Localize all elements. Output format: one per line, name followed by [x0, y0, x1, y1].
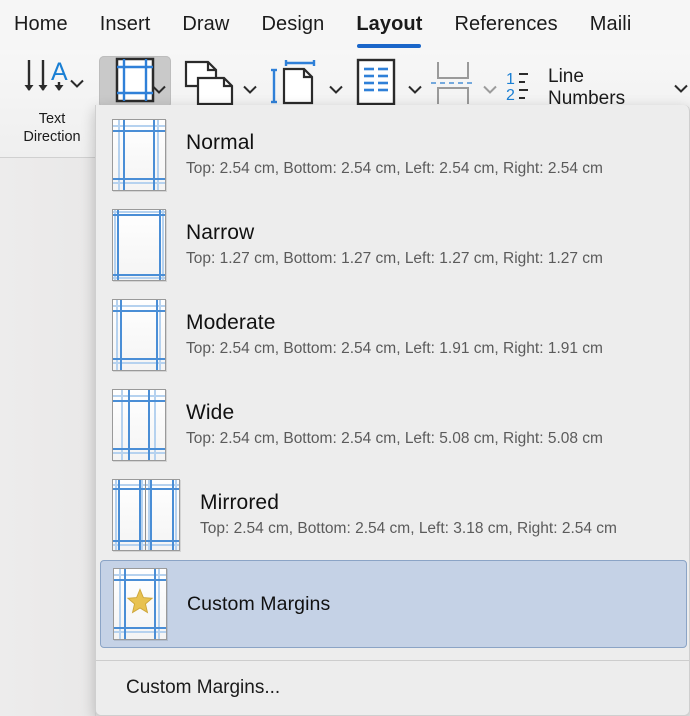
menu-item-custom-margins-dialog[interactable]: Custom Margins... [96, 661, 689, 715]
page-size-button[interactable] [268, 60, 320, 111]
margins-preset-gallery: Normal Top: 2.54 cm, Bottom: 2.54 cm, Le… [96, 110, 689, 648]
menu-item-moderate-text: Moderate Top: 2.54 cm, Bottom: 2.54 cm, … [186, 311, 603, 359]
menu-item-custom-margins-text: Custom Margins [187, 592, 330, 616]
menu-item-wide-subtitle: Top: 2.54 cm, Bottom: 2.54 cm, Left: 5.0… [186, 430, 603, 447]
tab-mailings[interactable]: Maili [590, 13, 632, 38]
menu-item-custom-margins-dialog-label: Custom Margins... [126, 677, 281, 698]
svg-text:1: 1 [506, 71, 515, 88]
menu-item-mirrored[interactable]: Mirrored Top: 2.54 cm, Bottom: 2.54 cm, … [96, 470, 689, 560]
menu-item-moderate-title: Moderate [186, 311, 276, 334]
menu-item-moderate-subtitle: Top: 2.54 cm, Bottom: 2.54 cm, Left: 1.9… [186, 340, 603, 357]
tab-references-label: References [454, 12, 558, 35]
ribbon-tab-bar: Home Insert Draw Design Layout Reference… [0, 0, 690, 50]
menu-item-wide-title: Wide [186, 401, 235, 424]
breaks-button[interactable] [430, 60, 476, 111]
breaks-chevron-down-icon[interactable] [481, 74, 499, 104]
menu-item-mirrored-subtitle: Top: 2.54 cm, Bottom: 2.54 cm, Left: 3.1… [200, 520, 617, 537]
margin-preset-mirrored-icon [112, 479, 180, 551]
tab-draw[interactable]: Draw [182, 13, 229, 38]
tab-insert-label: Insert [99, 12, 151, 35]
menu-item-mirrored-text: Mirrored Top: 2.54 cm, Bottom: 2.54 cm, … [200, 491, 617, 539]
page-size-chevron-down-icon[interactable] [327, 74, 345, 104]
document-canvas-left-gutter [0, 158, 96, 716]
tab-references[interactable]: References [454, 13, 557, 38]
margin-preset-custom-star-icon [113, 568, 167, 640]
word-layout-ribbon-screen: Home Insert Draw Design Layout Reference… [0, 0, 690, 716]
tab-layout-label: Layout [356, 12, 423, 35]
margin-preset-moderate-icon [112, 299, 166, 371]
margin-preset-wide-icon [112, 389, 166, 461]
menu-item-narrow-subtitle: Top: 1.27 cm, Bottom: 1.27 cm, Left: 1.2… [186, 250, 603, 267]
line-numbers-chevron-down-icon[interactable] [672, 73, 690, 103]
orientation-button[interactable] [182, 60, 238, 111]
tab-home-label: Home [14, 12, 68, 35]
menu-item-wide[interactable]: Wide Top: 2.54 cm, Bottom: 2.54 cm, Left… [96, 380, 689, 470]
margins-dropdown-menu: Normal Top: 2.54 cm, Bottom: 2.54 cm, Le… [95, 105, 690, 716]
menu-item-normal-title: Normal [186, 131, 255, 154]
star-icon [126, 588, 154, 621]
tab-mailings-label: Maili [589, 12, 632, 35]
margin-preset-normal-icon [112, 119, 166, 191]
menu-item-normal-text: Normal Top: 2.54 cm, Bottom: 2.54 cm, Le… [186, 131, 603, 179]
tab-active-underline [357, 43, 422, 48]
margins-chevron-down-icon[interactable] [150, 74, 168, 104]
svg-text:2: 2 [506, 87, 515, 103]
line-numbers-button[interactable]: 1 2 Line Numbers [506, 66, 690, 110]
menu-item-mirrored-title: Mirrored [200, 491, 279, 514]
tab-design-label: Design [261, 12, 325, 35]
margins-icon [115, 57, 155, 108]
margin-preset-narrow-icon [112, 209, 166, 281]
text-direction-label: Text Direction [23, 111, 81, 145]
svg-text:A: A [51, 58, 68, 86]
menu-item-wide-text: Wide Top: 2.54 cm, Bottom: 2.54 cm, Left… [186, 401, 603, 449]
menu-item-moderate[interactable]: Moderate Top: 2.54 cm, Bottom: 2.54 cm, … [96, 290, 689, 380]
menu-item-normal-subtitle: Top: 2.54 cm, Bottom: 2.54 cm, Left: 2.5… [186, 160, 603, 177]
menu-item-custom-margins[interactable]: Custom Margins [100, 560, 687, 648]
tab-layout[interactable]: Layout [356, 12, 423, 48]
tab-insert[interactable]: Insert [100, 13, 151, 38]
text-direction-chevron-down-icon[interactable] [68, 68, 86, 98]
line-numbers-icon: 1 2 [506, 69, 538, 108]
columns-chevron-down-icon[interactable] [406, 74, 424, 104]
menu-item-narrow-text: Narrow Top: 1.27 cm, Bottom: 1.27 cm, Le… [186, 221, 603, 269]
line-numbers-label: Line Numbers [548, 66, 626, 109]
columns-button[interactable] [356, 58, 396, 111]
tab-draw-label: Draw [182, 12, 230, 35]
menu-item-custom-margins-title: Custom Margins [187, 593, 331, 615]
menu-item-narrow[interactable]: Narrow Top: 1.27 cm, Bottom: 1.27 cm, Le… [96, 200, 689, 290]
menu-item-normal[interactable]: Normal Top: 2.54 cm, Bottom: 2.54 cm, Le… [96, 110, 689, 200]
tab-design[interactable]: Design [261, 13, 324, 38]
menu-item-narrow-title: Narrow [186, 221, 255, 244]
tab-home[interactable]: Home [14, 13, 68, 38]
orientation-chevron-down-icon[interactable] [241, 74, 259, 104]
